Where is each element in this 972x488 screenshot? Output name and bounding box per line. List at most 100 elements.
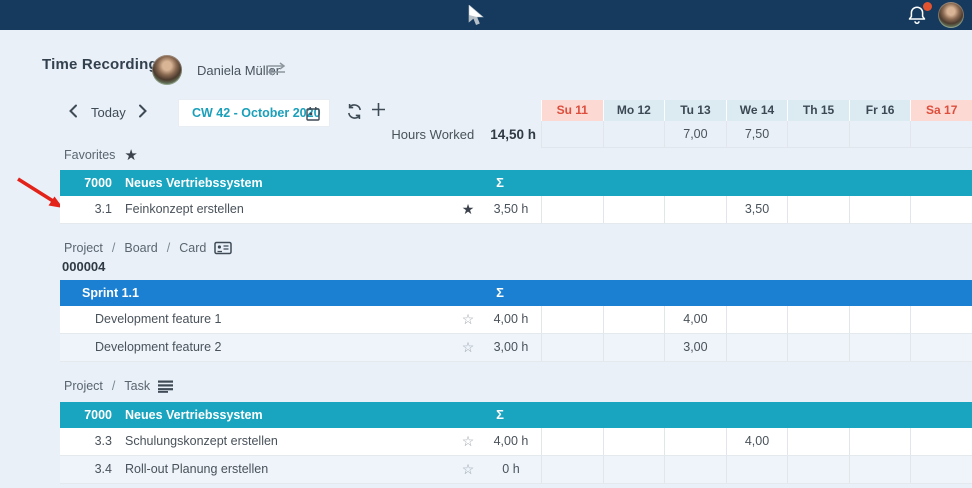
project-title: Sprint 1.1 [82,280,139,306]
task-row[interactable]: 3.4Roll-out Planung erstellen☆0 h [60,456,972,484]
day-header-tu-13: Tu 13 [664,100,726,121]
task-row[interactable]: Development feature 1☆4,00 h4,00 [60,306,972,334]
time-entry-cell[interactable] [910,428,972,455]
time-entry-cell[interactable] [541,306,603,333]
time-entry-cell[interactable] [603,428,665,455]
favorites-section-label: Favorites ★ [64,145,138,165]
time-entry-cell[interactable] [910,306,972,333]
breadcrumb-project-board-card: Project/Board/Card [64,239,232,257]
time-entry-cell[interactable] [664,456,726,483]
day-header-mo-12: Mo 12 [603,100,665,121]
time-entry-cell[interactable] [726,456,788,483]
sum-sigma-symbol: Σ [488,170,512,196]
section-board: Sprint 1.1ΣDevelopment feature 1☆4,00 h4… [60,280,972,362]
card-icon [214,241,232,255]
day-header-we-14: We 14 [726,100,788,121]
mouse-cursor-icon [468,5,484,32]
day-header-sa-17: Sa 17 [910,100,972,121]
section-header-board[interactable]: Sprint 1.1 Σ [60,280,972,306]
time-entry-cell[interactable] [726,306,788,333]
time-entry-cell[interactable] [726,334,788,361]
breadcrumb-project-task: Project / Task [64,377,173,395]
time-entry-cell[interactable] [849,428,911,455]
time-entry-cell[interactable] [603,334,665,361]
time-entry-cell[interactable] [664,428,726,455]
favorites-label-text: Favorites [64,148,115,162]
favorites-star-icon[interactable]: ★ [124,148,137,163]
time-entry-cell[interactable] [849,196,911,223]
page-title: Time Recording [42,56,158,73]
section-header-favorites[interactable]: 7000Neues VertriebssystemΣ [60,170,972,196]
notifications-bell-icon[interactable] [906,4,930,28]
day-total-cell[interactable] [787,121,849,148]
sum-sigma-symbol: Σ [488,280,512,306]
day-total-cell[interactable]: 7,00 [664,121,726,148]
time-entry-cell[interactable] [787,334,849,361]
task-number: 3.4 [60,456,112,483]
time-entry-cell[interactable] [541,456,603,483]
time-entry-cell[interactable] [603,306,665,333]
list-icon [158,380,173,393]
time-entry-cell[interactable] [603,456,665,483]
time-entry-cell[interactable] [787,306,849,333]
time-entry-cell[interactable] [787,196,849,223]
task-row[interactable]: 3.3Schulungskonzept erstellen☆4,00 h4,00 [60,428,972,456]
hours-worked-total: 14,50 h [490,127,536,142]
time-entry-cell[interactable] [910,456,972,483]
time-entry-cell[interactable] [541,196,603,223]
previous-week-button[interactable] [68,104,78,123]
task-row[interactable]: 3.1Feinkonzept erstellen★3,50 h3,50 [60,196,972,224]
breadcrumb-separator: / [167,241,170,255]
task-title: Schulungskonzept erstellen [125,428,278,455]
time-entry-cell[interactable] [787,428,849,455]
time-entry-cell[interactable] [849,456,911,483]
breadcrumb-separator: / [112,379,115,393]
breadcrumb-item-project[interactable]: Project [64,241,103,255]
time-entry-cell[interactable] [541,334,603,361]
project-title: Neues Vertriebssystem [125,170,263,196]
time-entry-cell[interactable] [910,196,972,223]
breadcrumb-item-board[interactable]: Board [124,241,157,255]
project-title: Neues Vertriebssystem [125,402,263,428]
time-entry-cell[interactable]: 4,00 [726,428,788,455]
today-button[interactable]: Today [91,105,126,120]
switch-user-icon[interactable] [266,62,287,81]
day-total-cell[interactable]: 7,50 [726,121,788,148]
task-title: Development feature 2 [95,334,221,361]
task-row[interactable]: Development feature 2☆3,00 h3,00 [60,334,972,362]
task-total-hours: 4,00 h [471,428,551,455]
card-number: 000004 [62,259,105,274]
time-entry-cell[interactable] [787,456,849,483]
day-total-cell[interactable] [603,121,665,148]
hours-worked-summary: Hours Worked 14,50 h [280,121,536,148]
task-total-hours: 0 h [471,456,551,483]
task-title: Feinkonzept erstellen [125,196,244,223]
time-entry-cell[interactable] [664,196,726,223]
time-entry-cell[interactable]: 4,00 [664,306,726,333]
breadcrumb-item-task[interactable]: Task [124,379,150,393]
day-total-cell[interactable] [541,121,603,148]
task-total-hours: 4,00 h [471,306,551,333]
time-entry-cell[interactable] [541,428,603,455]
day-total-cell[interactable] [849,121,911,148]
task-total-hours: 3,50 h [471,196,551,223]
add-entry-plus-icon[interactable] [371,102,386,122]
section-favorites: 7000Neues VertriebssystemΣ3.1Feinkonzept… [60,170,972,224]
time-entry-cell[interactable]: 3,00 [664,334,726,361]
task-title: Development feature 1 [95,306,221,333]
time-entry-cell[interactable] [603,196,665,223]
next-week-button[interactable] [138,104,148,123]
day-total-cell[interactable] [910,121,972,148]
topbar-avatar[interactable] [938,2,964,28]
notification-badge [923,2,932,11]
user-avatar [152,55,182,85]
time-entry-cell[interactable]: 3,50 [726,196,788,223]
task-total-hours: 3,00 h [471,334,551,361]
breadcrumb-item-project[interactable]: Project [64,379,103,393]
time-entry-cell[interactable] [849,334,911,361]
time-entry-cell[interactable] [910,334,972,361]
breadcrumb-item-card[interactable]: Card [179,241,206,255]
section-header-task[interactable]: 7000Neues VertriebssystemΣ [60,402,972,428]
time-entry-cell[interactable] [849,306,911,333]
hours-worked-label: Hours Worked [391,127,474,142]
